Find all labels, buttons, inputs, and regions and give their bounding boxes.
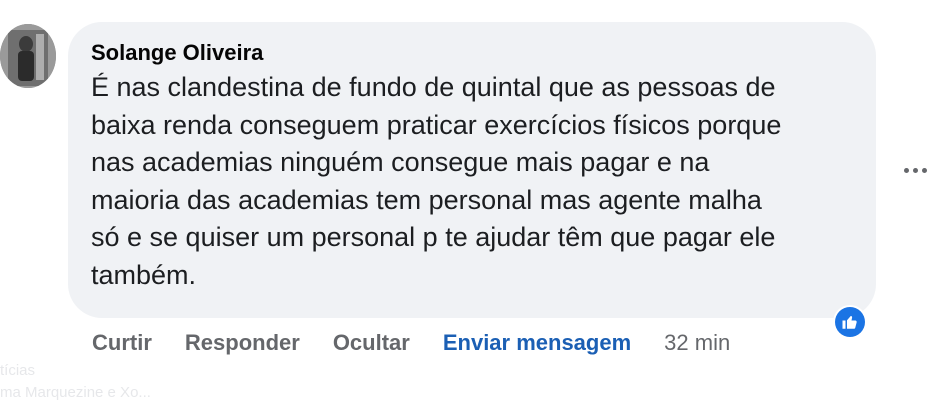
background-text: tícias: [0, 362, 36, 379]
like-link[interactable]: Curtir: [92, 330, 152, 356]
comment-line: maioria das academias tem personal mas a…: [91, 184, 762, 215]
comment-text: É nas clandestina de fundo de quintal qu…: [91, 69, 850, 294]
more-options-button[interactable]: [898, 156, 932, 184]
dot: [921, 167, 927, 173]
reaction-badge[interactable]: [833, 305, 867, 339]
comment-line: também.: [91, 259, 197, 290]
background-text: ma Marquezine e Xo...: [0, 384, 151, 401]
comment-line: nas academias ninguém consegue mais paga…: [91, 147, 710, 177]
dot: [912, 167, 918, 173]
reply-link[interactable]: Responder: [185, 330, 300, 356]
comment-line: só e se quiser um personal p te ajudar t…: [91, 222, 776, 252]
comment-author[interactable]: Solange Oliveira: [91, 39, 850, 67]
comment-actions: Curtir Responder Ocultar Enviar mensagem…: [92, 328, 730, 358]
avatar[interactable]: [0, 24, 56, 88]
profile-photo-icon: [0, 24, 56, 88]
hide-link[interactable]: Ocultar: [333, 330, 410, 356]
dot: [903, 167, 909, 173]
send-message-link[interactable]: Enviar mensagem: [443, 330, 631, 356]
comment-line: baixa renda conseguem praticar exercício…: [91, 109, 782, 140]
comment-timestamp[interactable]: 32 min: [664, 330, 730, 356]
comment-bubble: Solange Oliveira É nas clandestina de fu…: [68, 22, 876, 318]
thumbs-up-icon: [835, 307, 865, 337]
comment-line: É nas clandestina de fundo de quintal qu…: [91, 72, 776, 102]
